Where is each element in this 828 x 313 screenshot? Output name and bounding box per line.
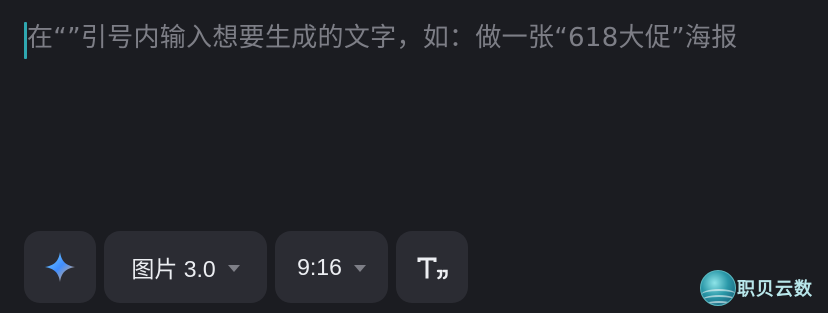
- watermark-logo: 职贝云数: [700, 270, 813, 306]
- chevron-down-icon: [353, 264, 366, 272]
- prompt-editor[interactable]: 在“”引号内输入想要生成的文字，如：做一张“618大促”海报: [24, 18, 814, 138]
- prompt-placeholder: 在“”引号内输入想要生成的文字，如：做一张“618大促”海报: [27, 23, 738, 53]
- ai-generate-button[interactable]: [24, 231, 96, 303]
- insert-text-button[interactable]: [396, 231, 468, 303]
- model-selector[interactable]: 图片 3.0: [104, 231, 267, 303]
- chevron-down-icon: [227, 264, 240, 272]
- sparkle-icon: [43, 250, 77, 284]
- text-quote-icon: [415, 250, 449, 284]
- aspect-ratio-label: 9:16: [297, 253, 342, 280]
- watermark-text: 职贝云数: [737, 279, 813, 300]
- globe-icon: [700, 270, 736, 306]
- aspect-ratio-selector[interactable]: 9:16: [275, 231, 388, 303]
- model-selector-label: 图片 3.0: [131, 256, 216, 282]
